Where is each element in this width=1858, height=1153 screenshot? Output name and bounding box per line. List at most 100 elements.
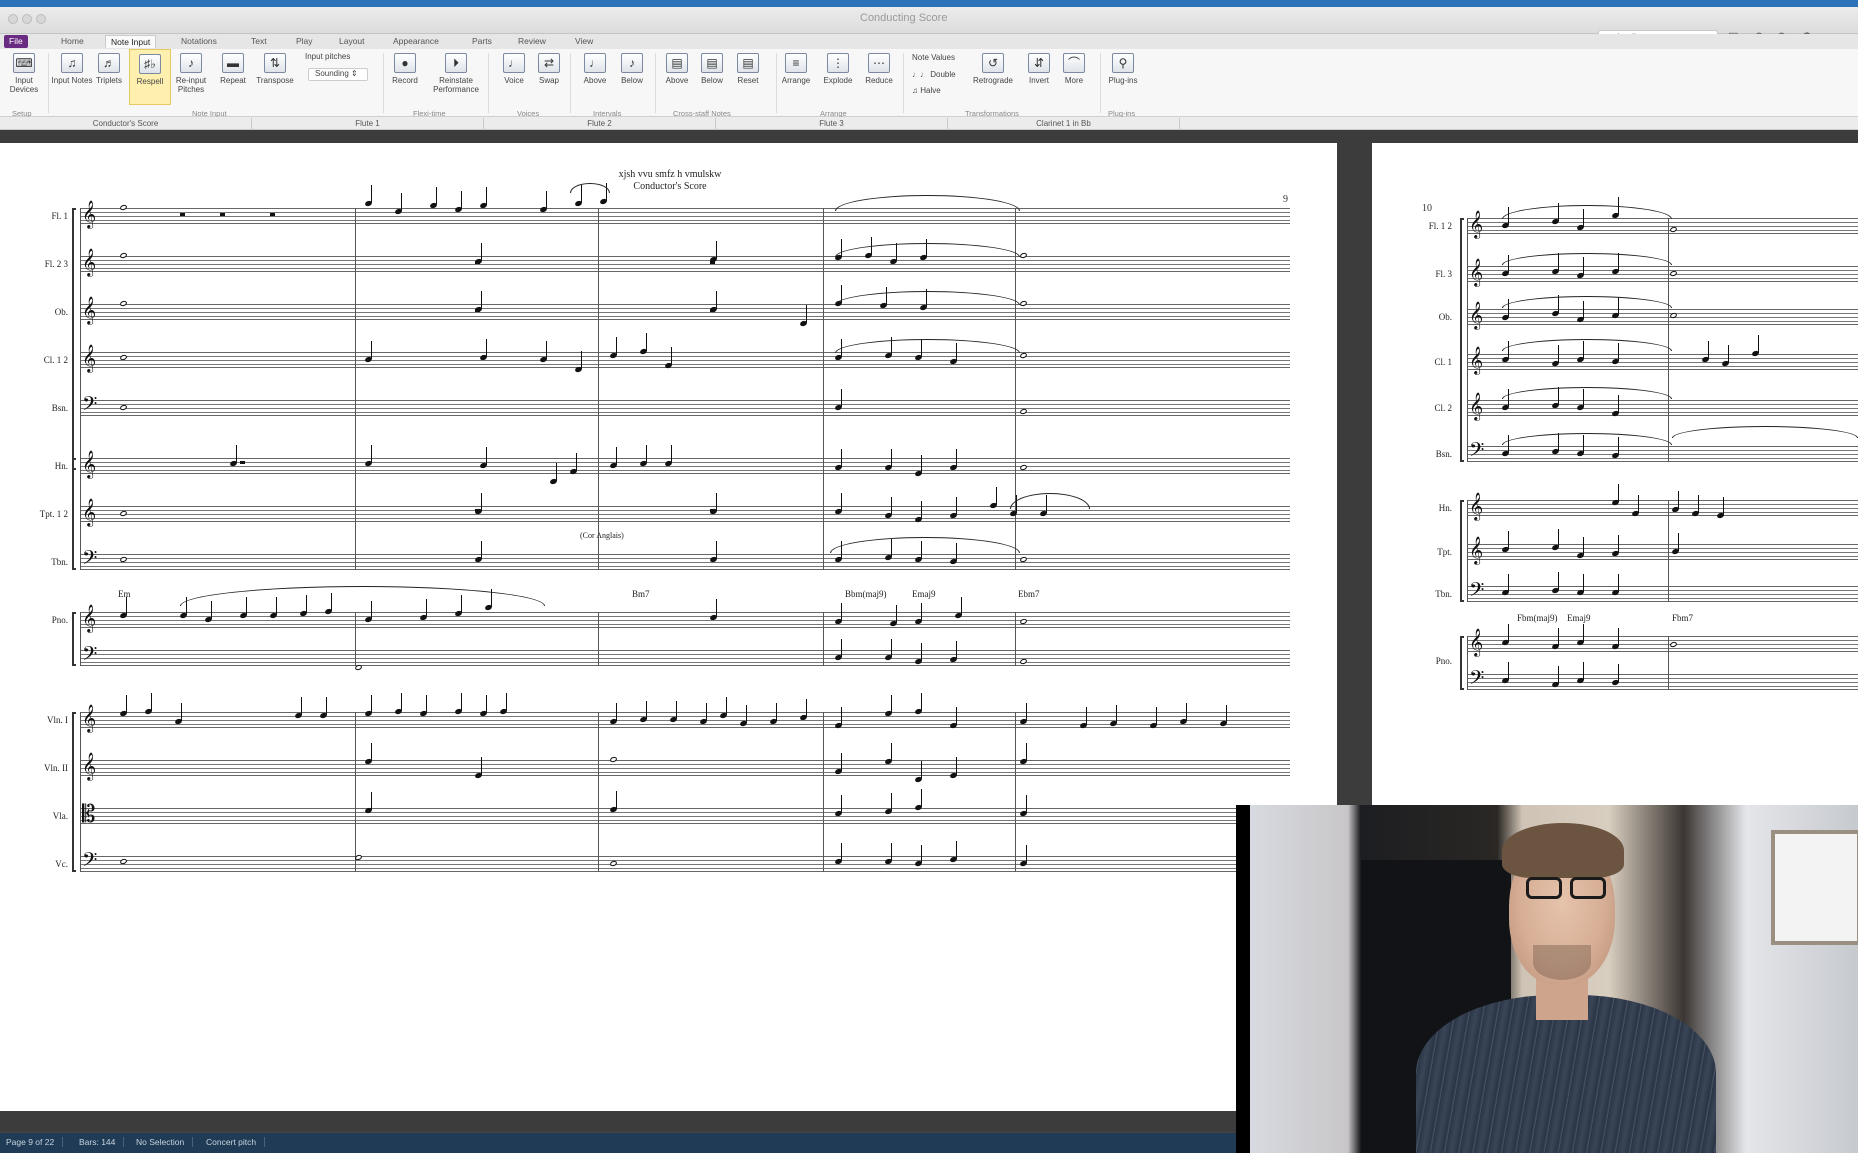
system-bracket [72,208,76,470]
person-beard [1533,945,1591,980]
sounding-dropdown[interactable]: Sounding ⇕ [308,68,368,81]
note-stem [806,305,807,323]
doc-tab-clarinet-1[interactable]: Clarinet 1 in Bb [948,118,1180,129]
note-stem [1186,703,1187,721]
cross-staff-reset-button[interactable]: ▤ Reset [727,49,769,85]
slur-mark [1502,296,1672,308]
score-page-9[interactable]: xjsh vvu smfz h vmulskw Conductor's Scor… [0,143,1337,1111]
note-stem [646,333,647,351]
triplets-button[interactable]: ♬ Triplets [88,49,130,85]
swap-button[interactable]: ⇄ Swap [528,49,570,85]
tab-appearance[interactable]: Appearance [388,35,444,48]
note-stem [486,187,487,205]
note-stem [891,639,892,657]
tab-file[interactable]: File [4,35,28,48]
status-concert-pitch[interactable]: Concert pitch [206,1137,266,1147]
note-stem [891,695,892,713]
staff-line [1467,500,1858,516]
reinput-pitches-button[interactable]: ♪ Re-input Pitches [170,49,212,94]
chord-symbol: Fbm(maj9) [1517,613,1558,623]
tab-parts[interactable]: Parts [467,35,497,48]
note-stem [1026,845,1027,863]
note-stem [1638,495,1639,513]
note-stem [891,743,892,761]
note-stem [1558,628,1559,646]
group-divider [48,53,49,113]
doc-tab-flute-2[interactable]: Flute 2 [484,118,716,129]
note-stem [1583,624,1584,642]
note-stem [806,699,807,717]
repeat-button[interactable]: ▬ Repeat [212,49,254,85]
doc-tab-flute-1[interactable]: Flute 1 [252,118,484,129]
note-stem [616,337,617,355]
note-stem [461,191,462,209]
input-devices-button[interactable]: ⌨ Input Devices [3,49,45,94]
doc-tab-flute-3[interactable]: Flute 3 [716,118,948,129]
note-stem [481,243,482,261]
tab-review[interactable]: Review [513,35,551,48]
arrange-button[interactable]: ≡ Arrange [775,49,817,85]
note-stem [1116,705,1117,723]
interval-below-button[interactable]: ♪ Below [611,49,653,85]
tab-notations[interactable]: Notations [176,35,222,48]
barline [823,712,824,872]
record-button[interactable]: ● Record [384,49,426,85]
retrograde-button[interactable]: ↺ Retrograde [969,49,1017,85]
instrument-label: Tbn. [1435,589,1452,599]
tab-view[interactable]: View [570,35,598,48]
note-stem [1708,341,1709,359]
staff-line [1467,400,1858,416]
clef-icon: 𝄞 [1469,258,1484,286]
slur-mark [835,339,1020,353]
window-title: Conducting Score [860,12,948,24]
halve-button[interactable]: ♫ Halve [912,86,941,95]
reinstate-performance-button[interactable]: ⏵ Reinstate Performance [432,49,480,94]
rest-mark [270,213,275,216]
slur-mark [835,195,1020,211]
instrument-label: Ob. [1438,312,1452,322]
clef-icon: 𝄞 [1469,492,1484,520]
note-stem [1156,707,1157,725]
person-hair [1502,823,1624,878]
tab-play[interactable]: Play [291,35,318,48]
instrument-label: Vln. I [47,715,68,725]
interval-above-button[interactable]: ♩ Above [574,49,616,85]
tab-text[interactable]: Text [246,35,272,48]
clef-icon: 𝄞 [82,604,97,632]
note-stem [841,639,842,657]
staff-line [80,304,1290,320]
doc-tab-conductors-score[interactable]: Conductor's Score [0,118,252,129]
note-stem [1583,662,1584,680]
tab-layout[interactable]: Layout [334,35,370,48]
clef-icon: 𝄢 [82,392,98,420]
system-bracket [72,712,76,872]
close-window-button[interactable] [8,14,18,24]
reduce-button[interactable]: ⋯ Reduce [858,49,900,85]
slur-mark [1502,253,1672,265]
plugins-button[interactable]: ⚲ Plug-ins [1102,49,1144,85]
staff-line [1467,544,1858,560]
tab-note-input[interactable]: Note Input [105,35,157,48]
more-button[interactable]: ⌒ More [1053,49,1095,85]
zoom-window-button[interactable] [36,14,46,24]
note-stem [1618,535,1619,553]
note-stem [1226,705,1227,723]
page-number: 9 [1283,194,1288,205]
note-stem [481,541,482,559]
minimize-window-button[interactable] [22,14,32,24]
transpose-button[interactable]: ⇅ Transpose [254,49,296,85]
respell-button[interactable]: ♯♭ Respell [129,49,171,105]
input-notes-button[interactable]: ♫ Input Notes [51,49,93,85]
tab-home[interactable]: Home [56,35,89,48]
explode-button[interactable]: ⋮ Explode [817,49,859,85]
clef-icon: 𝄞 [1469,392,1484,420]
double-button[interactable]: ♩♩ Double [912,70,956,79]
barline [1467,500,1468,602]
record-icon: ● [394,53,416,73]
staff-line [1467,446,1858,462]
note-stem [956,757,957,775]
barline [598,712,599,872]
note-stem [461,693,462,711]
note-stem [956,449,957,467]
chord-symbol: Emaj9 [1567,613,1591,623]
